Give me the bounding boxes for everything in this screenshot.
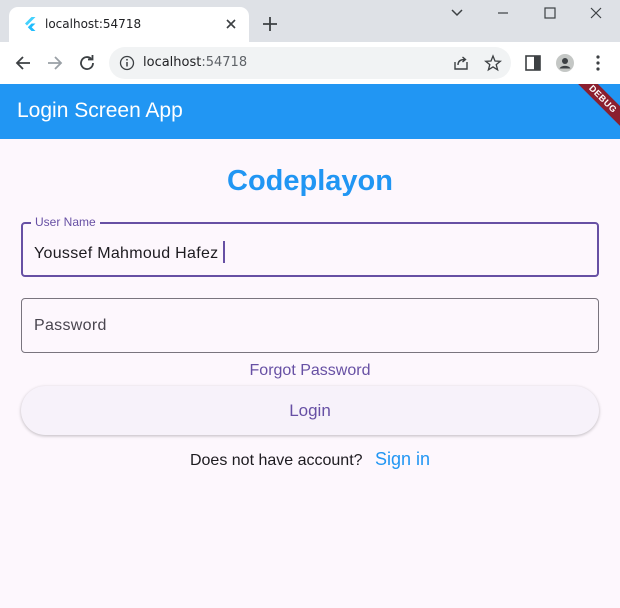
brand-heading: Codeplayon <box>227 165 393 197</box>
browser-toolbar: localhost:54718 <box>0 42 620 84</box>
login-page: Codeplayon User Name Youssef Mahmoud Haf… <box>0 139 620 608</box>
username-field[interactable]: User Name Youssef Mahmoud Hafez <box>21 215 599 277</box>
username-label: User Name <box>31 215 100 229</box>
url-port: :54718 <box>201 55 248 70</box>
maximize-icon[interactable] <box>540 5 560 21</box>
side-panel-icon[interactable] <box>523 53 543 73</box>
username-value[interactable]: Youssef Mahmoud Hafez <box>34 241 226 263</box>
debug-banner: DEBUG <box>569 84 620 133</box>
more-menu-icon[interactable] <box>588 53 608 73</box>
no-account-text: Does not have account? <box>189 452 363 469</box>
tab-title: localhost:54718 <box>45 17 142 31</box>
sign-in-link[interactable]: Sign in <box>375 449 430 469</box>
site-info-icon[interactable] <box>119 55 135 71</box>
reload-icon[interactable] <box>76 52 98 74</box>
tab-search-chevron-icon[interactable] <box>447 5 467 21</box>
username-text: Youssef Mahmoud Hafez <box>34 245 219 262</box>
profile-avatar-icon[interactable] <box>555 53 575 73</box>
login-button[interactable]: Login <box>21 386 599 435</box>
new-tab-icon[interactable] <box>261 15 279 33</box>
address-bar[interactable]: localhost:54718 <box>109 47 511 79</box>
app-bar: Login Screen App DEBUG <box>0 84 620 139</box>
signin-row: Does not have account? Sign in <box>0 449 620 470</box>
share-icon[interactable] <box>452 54 470 72</box>
url-text[interactable]: localhost:54718 <box>143 55 247 70</box>
bookmark-star-icon[interactable] <box>484 54 502 72</box>
password-field[interactable]: Password <box>21 298 599 353</box>
browser-titlebar: localhost:54718 <box>0 0 620 42</box>
forward-arrow-icon[interactable] <box>44 52 66 74</box>
minimize-icon[interactable] <box>493 5 513 21</box>
text-caret <box>223 241 226 263</box>
close-window-icon[interactable] <box>586 5 606 21</box>
app-title: Login Screen App <box>17 99 183 122</box>
close-tab-icon[interactable] <box>223 16 239 32</box>
forgot-password-link[interactable]: Forgot Password <box>0 362 620 380</box>
url-host: localhost <box>143 55 202 70</box>
flutter-icon <box>25 17 36 31</box>
browser-tab[interactable]: localhost:54718 <box>9 7 249 42</box>
back-arrow-icon[interactable] <box>12 52 34 74</box>
password-placeholder: Password <box>34 317 107 334</box>
